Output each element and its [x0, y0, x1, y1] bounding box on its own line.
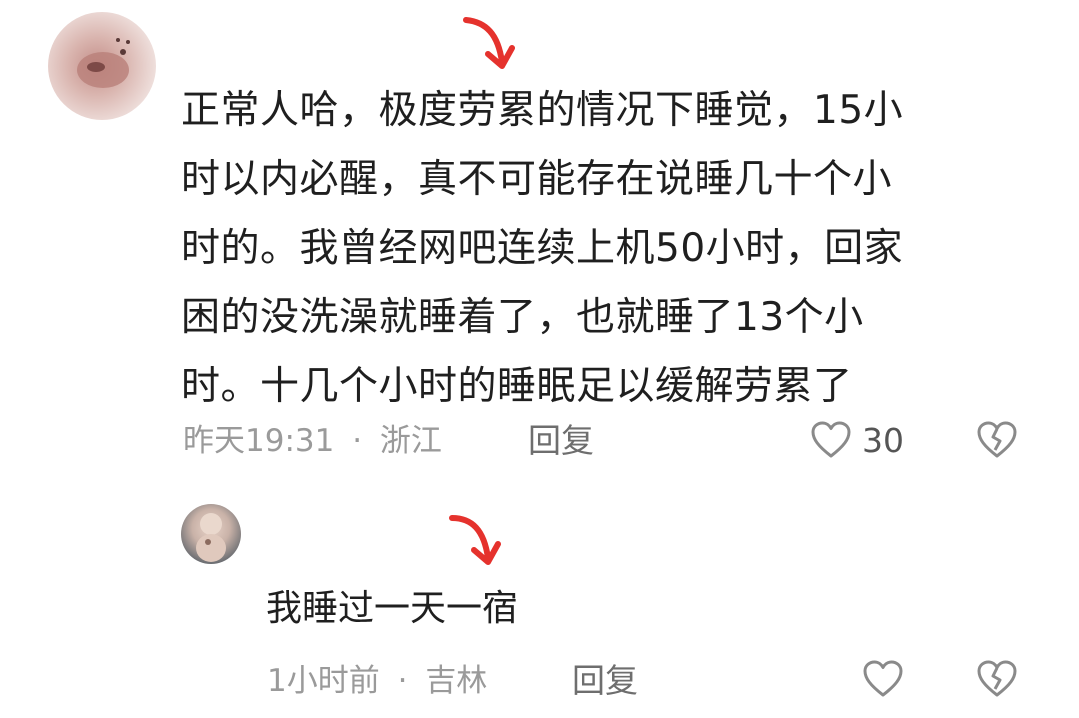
- like-count: 30: [862, 421, 904, 460]
- reply-like-button[interactable]: [862, 659, 904, 699]
- comment-time: 昨天19:31: [183, 423, 335, 459]
- avatar-photo: [77, 38, 130, 88]
- red-arrow-annotation-reply: [449, 515, 501, 565]
- reply-button[interactable]: 回复: [528, 421, 594, 461]
- meta-separator: ·: [397, 663, 408, 699]
- reply-meta: 1小时前 · 吉林: [267, 661, 487, 701]
- heart-outline-icon: [863, 660, 903, 697]
- broken-heart-icon: [977, 660, 1017, 697]
- broken-heart-icon: [977, 421, 1017, 458]
- heart-outline-icon: [811, 421, 851, 458]
- reply-text: 我睡过一天一宿: [266, 588, 519, 629]
- reply-dislike-button[interactable]: [976, 659, 1018, 699]
- comment-text: 正常人哈，极度劳累的情况下睡觉，15小 时以内必醒，真不可能存在说睡几十个小 时…: [181, 88, 904, 409]
- red-arrow-annotation: [463, 17, 515, 69]
- like-button[interactable]: [810, 420, 852, 460]
- reply-avatar[interactable]: [181, 504, 241, 564]
- meta-separator: ·: [352, 423, 363, 459]
- commenter-avatar[interactable]: [48, 12, 156, 120]
- comment-location: 浙江: [379, 423, 442, 459]
- comment-meta: 昨天19:31 · 浙江: [183, 421, 442, 461]
- reply-time: 1小时前: [267, 663, 380, 699]
- reply-avatar-photo: [196, 513, 226, 562]
- reply-reply-button[interactable]: 回复: [572, 661, 638, 701]
- reply-location: 吉林: [425, 663, 488, 699]
- dislike-button[interactable]: [976, 420, 1018, 460]
